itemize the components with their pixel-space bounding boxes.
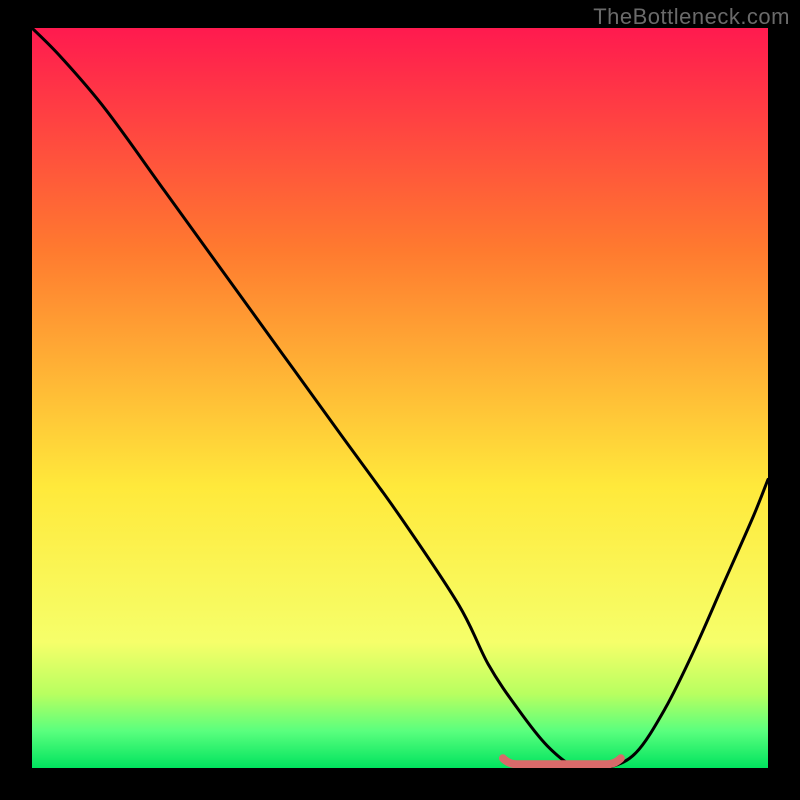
chart-svg [32, 28, 768, 768]
watermark-text: TheBottleneck.com [593, 4, 790, 30]
gradient-background [32, 28, 768, 768]
plot-area [32, 28, 768, 768]
chart-frame: TheBottleneck.com [0, 0, 800, 800]
